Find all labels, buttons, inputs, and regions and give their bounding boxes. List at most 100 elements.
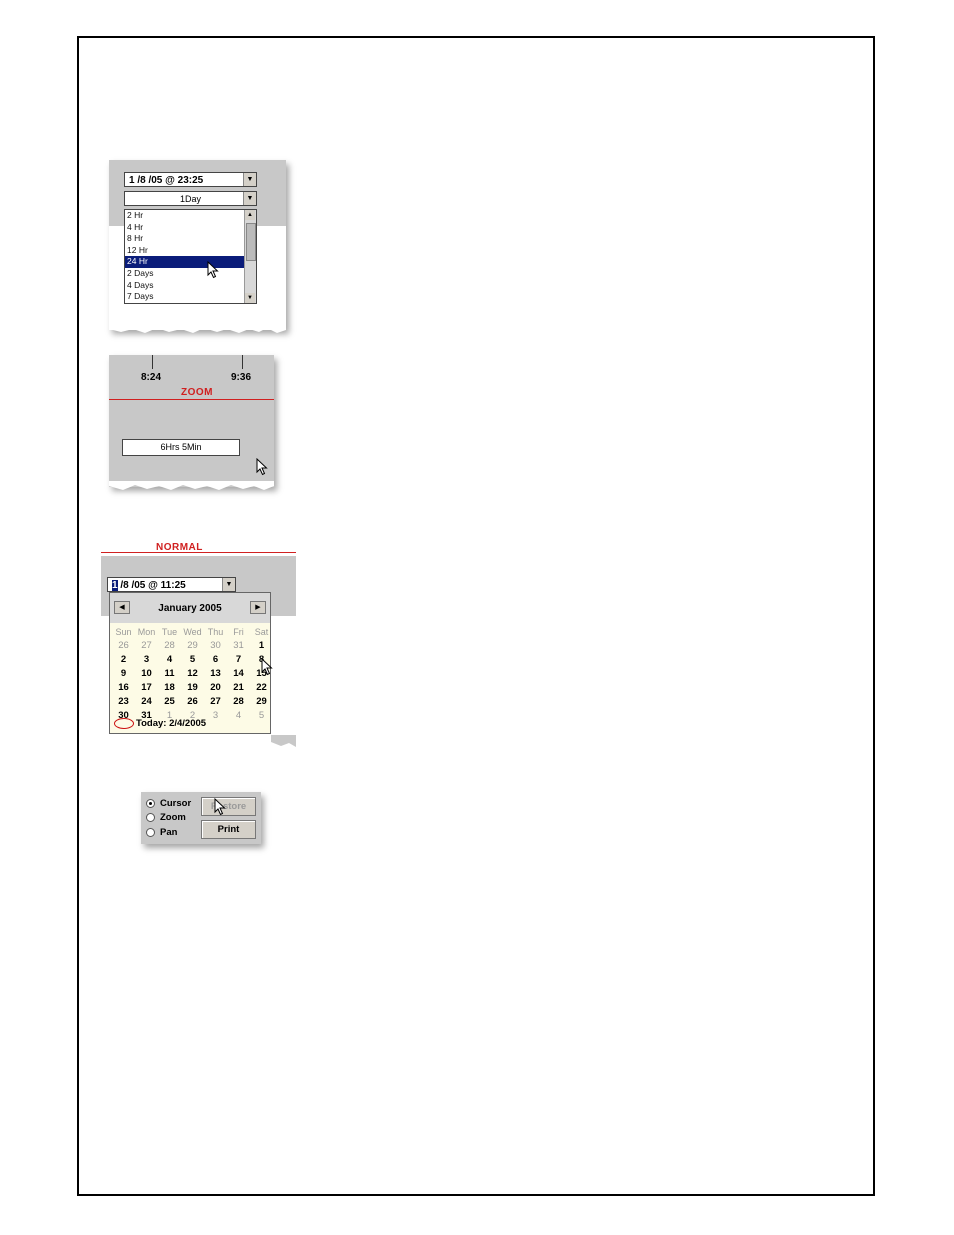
calendar-day[interactable]: 14 xyxy=(227,667,250,681)
chevron-right-icon[interactable]: ▶ xyxy=(250,601,266,614)
calendar-day[interactable]: 29 xyxy=(250,695,273,709)
axis-tick-label: 9:36 xyxy=(231,372,252,383)
datetime-combobox[interactable]: 1 /8 /05 @ 23:25 ▼ xyxy=(124,172,257,187)
normal-section-label: NORMAL xyxy=(156,542,203,553)
list-item[interactable]: 4 Days xyxy=(125,280,256,292)
radio-pan[interactable]: Pan xyxy=(146,827,177,838)
radio-button[interactable] xyxy=(146,799,155,808)
today-label: Today: 2/4/2005 xyxy=(136,718,207,729)
calendar-day[interactable]: 18 xyxy=(158,681,181,695)
calendar-day[interactable]: 19 xyxy=(181,681,204,695)
list-item[interactable]: 2 Hr xyxy=(125,210,256,222)
weekday-label: Sat xyxy=(254,627,269,637)
zoom-snippet: 8:24 9:36 ZOOM 6Hrs 5Min xyxy=(109,355,274,490)
calendar-day[interactable]: 26 xyxy=(181,695,204,709)
period-value: 1Day xyxy=(179,194,201,204)
restore-button[interactable]: Restore xyxy=(201,797,256,816)
calendar-day[interactable]: 9 xyxy=(112,667,135,681)
scrollbar[interactable]: ▲ ▼ xyxy=(244,210,256,303)
weekday-label: Tue xyxy=(161,627,178,637)
calendar-day[interactable]: 28 xyxy=(158,639,181,653)
list-item[interactable]: 8 Hr xyxy=(125,233,256,245)
calendar-week-row: 9 10 11 12 13 14 15 xyxy=(112,667,273,681)
calendar-day[interactable]: 3 xyxy=(135,653,158,667)
calendar-day[interactable]: 31 xyxy=(227,639,250,653)
calendar-day[interactable]: 23 xyxy=(112,695,135,709)
radio-cursor[interactable]: Cursor xyxy=(146,798,191,809)
calendar-day[interactable]: 20 xyxy=(204,681,227,695)
calendar-day[interactable]: 2 xyxy=(112,653,135,667)
list-item[interactable]: 12 Hr xyxy=(125,245,256,257)
scrollbar-thumb[interactable] xyxy=(246,223,256,261)
axis-tick xyxy=(152,355,153,369)
calendar-dropdown[interactable]: ◀ January 2005 ▶ Sun Mon Tue Wed Thu Fri Sat 26… xyxy=(109,592,271,734)
datetime-value: /8 /05 @ 11:25 xyxy=(117,580,186,591)
scroll-down-icon[interactable]: ▼ xyxy=(245,293,255,303)
calendar-day[interactable]: 27 xyxy=(204,695,227,709)
radio-label: Cursor xyxy=(160,798,192,809)
calendar-day[interactable]: 5 xyxy=(181,653,204,667)
calendar-header: ◀ January 2005 ▶ xyxy=(110,593,270,623)
calendar-day[interactable]: 27 xyxy=(135,639,158,653)
calendar-day[interactable]: 24 xyxy=(135,695,158,709)
calendar-day[interactable]: 22 xyxy=(250,681,273,695)
calendar-week-row: 2345678 xyxy=(112,653,273,667)
weekday-label: Wed xyxy=(183,627,202,637)
calendar-day[interactable]: 4 xyxy=(227,709,250,723)
mode-controls-snippet: Cursor Zoom Pan Restore Print xyxy=(141,792,261,844)
today-link[interactable]: Today: 2/4/2005 xyxy=(114,717,207,729)
calendar-day[interactable]: 7 xyxy=(227,653,250,667)
weekday-label: Thu xyxy=(207,627,224,637)
list-item-selected[interactable]: 24 Hr xyxy=(125,256,256,268)
calendar-day[interactable]: 12 xyxy=(181,667,204,681)
radio-button[interactable] xyxy=(146,813,155,822)
calendar-day[interactable]: 17 xyxy=(135,681,158,695)
radio-label: Zoom xyxy=(160,812,186,823)
calendar-weekday-row: Sun Mon Tue Wed Thu Fri Sat xyxy=(112,625,273,639)
period-combobox[interactable]: 1Day ▼ xyxy=(124,191,257,206)
torn-edge xyxy=(109,324,286,333)
calendar-day[interactable]: 1 xyxy=(250,639,273,653)
calendar-day[interactable]: 28 xyxy=(227,695,250,709)
chevron-down-icon[interactable]: ▼ xyxy=(243,173,256,186)
period-options-list[interactable]: 2 Hr 4 Hr 8 Hr 12 Hr 24 Hr 2 Days 4 Days… xyxy=(124,209,257,304)
radio-label: Pan xyxy=(160,827,178,838)
torn-edge xyxy=(109,481,274,490)
zoom-section-label: ZOOM xyxy=(181,387,213,398)
datetime-combobox[interactable]: 1 /8 /05 @ 11:25 ▼ xyxy=(107,577,236,592)
calendar-day[interactable]: 10 xyxy=(135,667,158,681)
weekday-label: Fri xyxy=(233,627,244,637)
print-button[interactable]: Print xyxy=(201,820,256,839)
calendar-day[interactable]: 13 xyxy=(204,667,227,681)
calendar-week-row: 16 17 18 19 20 21 22 xyxy=(112,681,273,695)
calendar-day[interactable]: 11 xyxy=(158,667,181,681)
list-item[interactable]: 4 Hr xyxy=(125,222,256,234)
axis-tick xyxy=(242,355,243,369)
calendar-week-row: 26 27 28 29 30 31 1 xyxy=(112,639,273,653)
section-divider xyxy=(109,399,274,400)
weekday-label: Mon xyxy=(137,627,156,637)
scroll-up-icon[interactable]: ▲ xyxy=(245,210,255,220)
calendar-day[interactable]: 5 xyxy=(250,709,273,723)
calendar-month-title: January 2005 xyxy=(158,603,222,614)
calendar-day[interactable]: 30 xyxy=(204,639,227,653)
calendar-day[interactable]: 21 xyxy=(227,681,250,695)
chevron-down-icon[interactable]: ▼ xyxy=(222,578,235,591)
calendar-day[interactable]: 26 xyxy=(112,639,135,653)
calendar-grid: Sun Mon Tue Wed Thu Fri Sat 26 27 28 29 30 31 1 2 3 4 5 6 7… xyxy=(112,625,273,723)
list-item[interactable]: 7 Days xyxy=(125,291,256,303)
list-item[interactable]: 2 Days xyxy=(125,268,256,280)
radio-zoom[interactable]: Zoom xyxy=(146,812,186,823)
calendar-day[interactable]: 6 xyxy=(204,653,227,667)
calendar-day[interactable]: 16 xyxy=(112,681,135,695)
axis-tick-label: 8:24 xyxy=(141,372,162,383)
calendar-day[interactable]: 3 xyxy=(204,709,227,723)
datetime-value: 1 /8 /05 @ 23:25 xyxy=(129,175,204,186)
calendar-day[interactable]: 4 xyxy=(158,653,181,667)
calendar-snippet: NORMAL 1 /8 /05 @ 11:25 ▼ ◀ January 2005… xyxy=(101,540,296,747)
time-span-field[interactable]: 6Hrs 5Min xyxy=(122,439,240,456)
radio-button[interactable] xyxy=(146,828,155,837)
chevron-down-icon[interactable]: ▼ xyxy=(243,192,256,205)
calendar-day[interactable]: 25 xyxy=(158,695,181,709)
calendar-day[interactable]: 29 xyxy=(181,639,204,653)
